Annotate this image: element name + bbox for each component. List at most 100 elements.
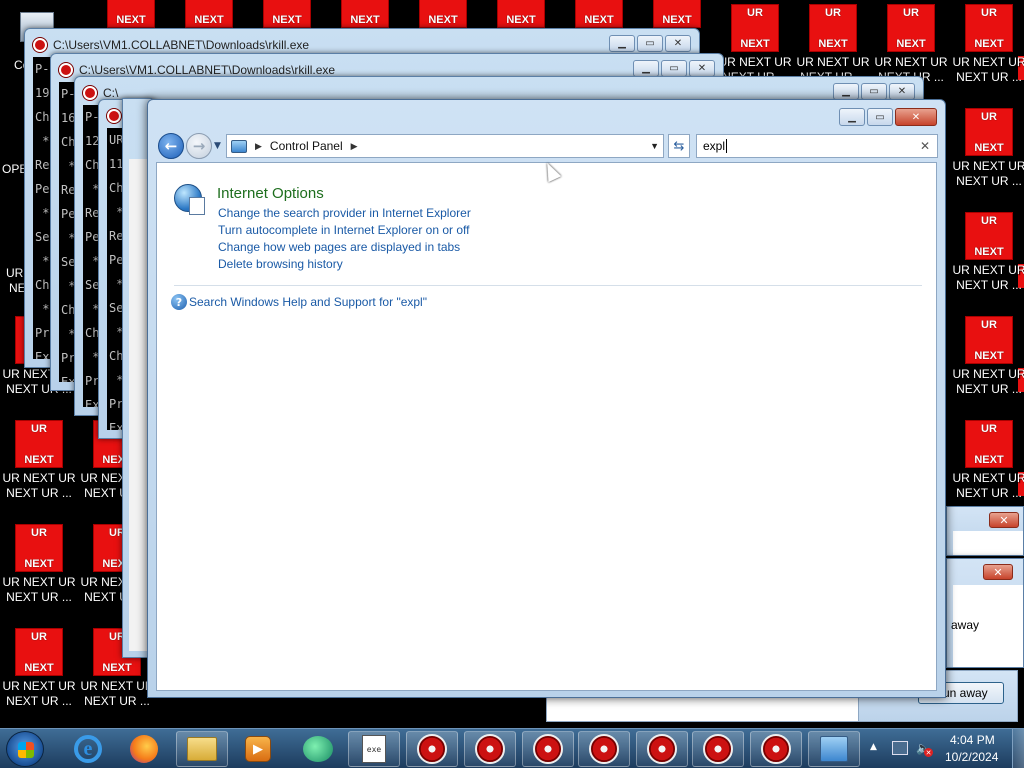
task-link-tabs-display[interactable]: Change how web pages are displayed in ta… — [218, 240, 460, 254]
icon-text-bottom: NEXT — [662, 14, 692, 26]
label-line: UR NEXT UR — [952, 159, 1024, 173]
taskbar-rkill-2[interactable] — [464, 731, 516, 767]
forward-arrow-icon: → — [192, 137, 206, 155]
minimize-button[interactable]: ▁ — [839, 108, 865, 126]
breadcrumb-chevron-icon[interactable]: ▶ — [255, 141, 262, 152]
task-link-change-search-provider[interactable]: Change the search provider in Internet E… — [218, 206, 471, 220]
breadcrumb-chevron-icon[interactable]: ▶ — [351, 141, 358, 152]
help-icon: ? — [171, 294, 187, 310]
clock-time[interactable]: 4:04 PM — [950, 733, 995, 747]
task-link-delete-history[interactable]: Delete browsing history — [218, 257, 343, 271]
ur-next-icon: URNEXT — [107, 0, 155, 28]
close-button[interactable]: ✕ — [989, 512, 1019, 528]
desktop-icon-ur-next[interactable]: UR NEXT UR NEXT URNEXT UR ... — [950, 316, 1024, 420]
desktop-icon-ur-next[interactable]: UR NEXT UR NEXT URNEXT UR ... — [950, 108, 1024, 212]
rkill-icon — [475, 734, 505, 764]
forward-button[interactable]: → — [186, 133, 212, 159]
close-button[interactable]: ✕ — [665, 35, 691, 52]
ur-next-icon: URNEXT — [341, 0, 389, 28]
maximize-button[interactable]: ▭ — [661, 60, 687, 77]
label-line: NEXT UR ... — [6, 590, 72, 604]
back-button[interactable]: ← — [158, 133, 184, 159]
desktop: Co OPE UR NE URNEXTURNEXTURNEXTURNEXTURN… — [0, 0, 1024, 728]
icon-text-bottom: NEXT — [24, 558, 54, 570]
taskbar-rkill-1[interactable] — [406, 731, 458, 767]
dialog-window-2[interactable]: ✕ — [946, 558, 1024, 668]
breadcrumb-control-panel[interactable]: Control Panel — [270, 139, 343, 153]
desktop-icon-ur-next[interactable]: UR NEXT UR NEXT URNEXT UR ... — [0, 524, 78, 628]
minimize-button[interactable]: ▁ — [609, 35, 635, 52]
desktop-icon-ur-next[interactable]: UR NEXT UR NEXT URNEXT UR ... — [950, 212, 1024, 316]
ur-next-icon: URNEXT — [263, 0, 311, 28]
ur-next-icon: URNEXT — [965, 420, 1013, 468]
dialog-window-1[interactable]: ✕ — [946, 506, 1024, 556]
close-button[interactable]: ✕ — [689, 60, 715, 77]
maximize-button[interactable]: ▭ — [861, 83, 887, 100]
start-button[interactable] — [6, 731, 44, 767]
desktop-icon-ur-next[interactable]: UR NEXT UR NEXT URNEXT UR ... — [0, 628, 78, 728]
ur-next-icon: URNEXT — [809, 4, 857, 52]
desktop-icon-ur-next[interactable]: UR NEXT UR NEXT URNEXT UR ... — [950, 4, 1024, 108]
label-line: UR NEXT UR — [2, 679, 76, 693]
icon-text-top: UR — [31, 631, 47, 643]
taskbar-rkill-5[interactable] — [636, 731, 688, 767]
address-dropdown-icon[interactable]: ▼ — [650, 141, 659, 151]
control-panel-window[interactable]: ▁ ▭ ✕ ← → ▼ ▶ Control Panel ▶ ▼ ⇆ expl ✕… — [147, 99, 946, 698]
help-search-link[interactable]: Search Windows Help and Support for "exp… — [189, 295, 427, 309]
label-line: NEXT UR ... — [6, 486, 72, 500]
close-button[interactable]: ✕ — [895, 108, 937, 126]
refresh-button[interactable]: ⇆ — [668, 134, 690, 158]
desktop-icon-label: UR NEXT URNEXT UR ... — [950, 367, 1024, 397]
ur-next-icon: URNEXT — [575, 0, 623, 28]
taskbar-explorer[interactable] — [176, 731, 228, 767]
maximize-button[interactable]: ▭ — [867, 108, 893, 126]
close-button[interactable]: ✕ — [983, 564, 1013, 580]
search-input[interactable]: expl ✕ — [696, 134, 938, 158]
taskbar-internet-explorer[interactable]: e — [62, 731, 114, 767]
result-title-internet-options[interactable]: Internet Options — [217, 185, 324, 202]
close-button[interactable]: ✕ — [889, 83, 915, 100]
taskbar-media-player[interactable]: ▶ — [232, 731, 284, 767]
recent-pages-dropdown[interactable]: ▼ — [214, 141, 221, 151]
desktop-icon-label: UR NEXT URNEXT UR ... — [0, 679, 78, 709]
icon-text-bottom: NEXT — [116, 14, 146, 26]
taskbar-rkill-3[interactable] — [522, 731, 574, 767]
divider — [174, 285, 922, 286]
maximize-button[interactable]: ▭ — [637, 35, 663, 52]
folder-icon — [187, 737, 217, 761]
minimize-button[interactable]: ▁ — [633, 60, 659, 77]
icon-text-top: UR — [981, 319, 997, 331]
network-icon[interactable] — [892, 741, 908, 755]
icon-text-bottom: NEXT — [194, 14, 224, 26]
minimize-button[interactable]: ▁ — [833, 83, 859, 100]
icon-text-top: UR — [31, 423, 47, 435]
desktop-icon-ur-next[interactable]: UR NEXT UR NEXT URNEXT UR ... — [0, 420, 78, 524]
rkill-icon — [533, 734, 563, 764]
taskbar-control-panel[interactable] — [808, 731, 860, 767]
taskbar-rkill-4[interactable] — [578, 731, 630, 767]
taskbar-rkill-7[interactable] — [750, 731, 802, 767]
taskbar-notepad[interactable]: exe — [348, 731, 400, 767]
show-hidden-icons-button[interactable]: ▲ — [870, 742, 877, 752]
icon-text-top: UR — [31, 527, 47, 539]
clear-search-icon[interactable]: ✕ — [920, 139, 930, 153]
icon-text-top: UR — [981, 7, 997, 19]
ur-next-icon: URNEXT — [965, 108, 1013, 156]
window-title: C:\Users\VM1.COLLABNET\Downloads\rkill.e… — [79, 63, 336, 77]
icon-text-bottom: NEXT — [102, 662, 132, 674]
icon-text-bottom: NEXT — [24, 454, 54, 466]
taskbar-firefox[interactable] — [118, 731, 170, 767]
taskbar-app-green[interactable] — [292, 731, 344, 767]
firefox-icon — [130, 735, 158, 763]
desktop-icon-label: UR NEXT URNEXT UR ... — [950, 471, 1024, 501]
show-desktop-button[interactable] — [1012, 729, 1024, 768]
taskbar-rkill-6[interactable] — [692, 731, 744, 767]
task-link-autocomplete[interactable]: Turn autocomplete in Internet Explorer o… — [218, 223, 469, 237]
icon-text-bottom: NEXT — [974, 454, 1004, 466]
text-caret — [726, 139, 728, 153]
internet-explorer-icon: e — [74, 735, 102, 763]
ur-next-icon: UR NEXT — [15, 524, 63, 572]
clock-date[interactable]: 10/2/2024 — [945, 750, 998, 764]
address-bar[interactable]: ▶ Control Panel ▶ ▼ — [226, 134, 664, 158]
search-input-value: expl — [703, 139, 726, 153]
